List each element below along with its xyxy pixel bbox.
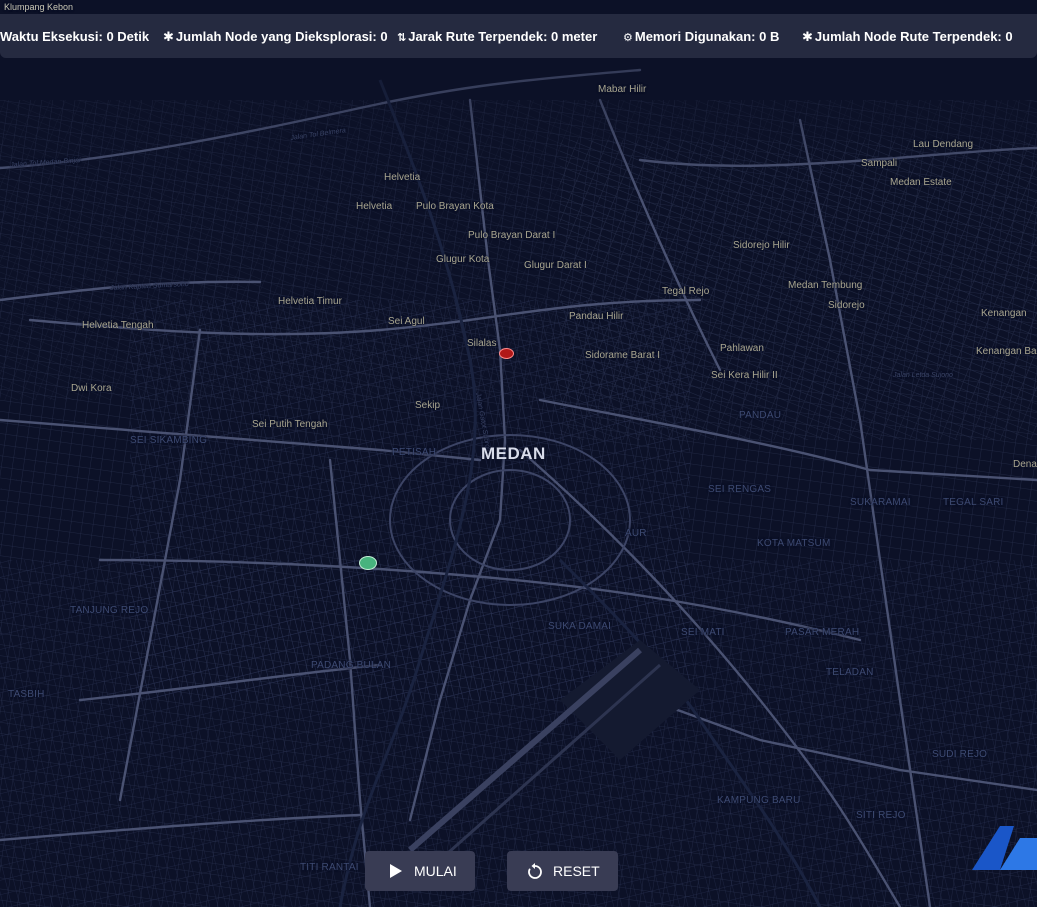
gear-icon: ⚙ — [623, 32, 633, 44]
district-label: PANDAU — [739, 410, 782, 421]
stat-nodes-explored-text: Jumlah Node yang Dieksplorasi: 0 — [175, 29, 388, 44]
asterisk-icon: ✱ — [802, 29, 813, 44]
place-label: Sei Putih Tengah — [252, 419, 328, 430]
place-label: Helvetia Timur — [278, 296, 342, 307]
stat-execution-time-text: Waktu Eksekusi: 0 Detik — [0, 29, 150, 44]
place-label: Kenangan — [981, 308, 1027, 319]
asterisk-icon: ✱ — [163, 29, 174, 44]
city-label: MEDAN — [481, 444, 546, 463]
place-label: Pulo Brayan Kota — [416, 201, 494, 212]
place-label: Sidorame Barat I — [585, 350, 661, 361]
district-label: TELADAN — [826, 667, 874, 678]
stat-shortest-distance: ⇅ Jarak Rute Terpendek: 0 meter — [397, 28, 597, 46]
stat-memory-used: ⚙ Memori Digunakan: 0 B — [623, 28, 779, 46]
place-label: Sei Kera Hilir II — [711, 370, 778, 381]
reset-button-label: RESET — [553, 863, 600, 879]
district-label: SITI REJO — [856, 810, 906, 821]
stat-nodes-explored: ✱ Jumlah Node yang Dieksplorasi: 0 — [163, 28, 388, 46]
place-label: Silalas — [467, 338, 497, 349]
place-label: Sampali — [861, 158, 898, 169]
place-label: Lau Dendang — [913, 139, 974, 150]
stat-memory-used-text: Memori Digunakan: 0 B — [634, 29, 780, 44]
map-top-fade — [0, 0, 1037, 400]
reset-icon — [527, 862, 543, 883]
place-label: Helvetia Tengah — [82, 320, 154, 331]
place-label: Mabar Hilir — [598, 84, 647, 95]
start-button-label: MULAI — [414, 863, 457, 879]
stat-shortest-route-nodes-text: Jumlah Node Rute Terpendek: 0 — [814, 29, 1013, 44]
place-label: Tegal Rejo — [662, 286, 710, 297]
place-label: Glugur Darat I — [524, 260, 587, 271]
district-label: PADANG BULAN — [311, 660, 392, 671]
district-label: KOTA MATSUM — [757, 538, 831, 549]
place-label: Medan Estate — [890, 177, 952, 188]
place-label: Klumpang Kebon — [4, 2, 74, 12]
place-label: Dwi Kora — [71, 383, 112, 394]
district-label: AUR — [625, 528, 647, 539]
place-label: Sidorejo — [828, 300, 865, 311]
place-label: Pahlawan — [720, 343, 764, 354]
district-label: SUDI REJO — [932, 749, 988, 760]
place-label: Kenangan Ba — [976, 346, 1037, 357]
district-label: TITI RANTAI — [300, 862, 359, 873]
district-label: SEI MATI — [681, 627, 725, 638]
district-label: KAMPUNG BARU — [717, 795, 801, 806]
district-label: TANJUNG REJO — [70, 605, 149, 616]
end-marker[interactable] — [499, 348, 514, 359]
reset-button[interactable]: RESET — [507, 851, 618, 891]
place-label: Medan Tembung — [788, 280, 863, 291]
place-label: Dena — [1013, 459, 1037, 470]
district-label: TEGAL SARI — [943, 497, 1004, 508]
district-label: SUKA DAMAI — [548, 621, 612, 632]
stat-shortest-route-nodes: ✱ Jumlah Node Rute Terpendek: 0 — [802, 28, 1013, 46]
district-label: TASBIH — [8, 689, 45, 700]
start-marker[interactable] — [359, 556, 377, 570]
place-label: Pandau Hilir — [569, 311, 624, 322]
route-icon: ⇅ — [397, 32, 407, 44]
road-label: Jalan Letda Sujono — [893, 372, 953, 379]
play-icon — [389, 863, 403, 882]
district-label: SUKARAMAI — [850, 497, 911, 508]
district-label: PETISAH — [392, 447, 437, 458]
district-label: SEI RENGAS — [708, 484, 772, 495]
stat-execution-time: Waktu Eksekusi: 0 Detik — [0, 28, 149, 46]
district-label: SEI SIKAMBING — [130, 435, 208, 446]
district-label: PASAR MERAH — [785, 627, 860, 638]
start-button[interactable]: MULAI — [365, 851, 475, 891]
place-label: Sekip — [415, 400, 441, 411]
stats-bar: Waktu Eksekusi: 0 Detik ✱ Jumlah Node yan… — [0, 14, 1037, 58]
place-label: Sidorejo Hilir — [733, 240, 790, 251]
place-label: Sei Agul — [388, 316, 425, 327]
place-label: Glugur Kota — [436, 254, 490, 265]
stat-shortest-distance-text: Jarak Rute Terpendek: 0 meter — [408, 29, 598, 44]
place-label: Helvetia — [356, 201, 393, 212]
place-label: Helvetia — [384, 172, 421, 183]
place-label: Pulo Brayan Darat I — [468, 230, 556, 241]
